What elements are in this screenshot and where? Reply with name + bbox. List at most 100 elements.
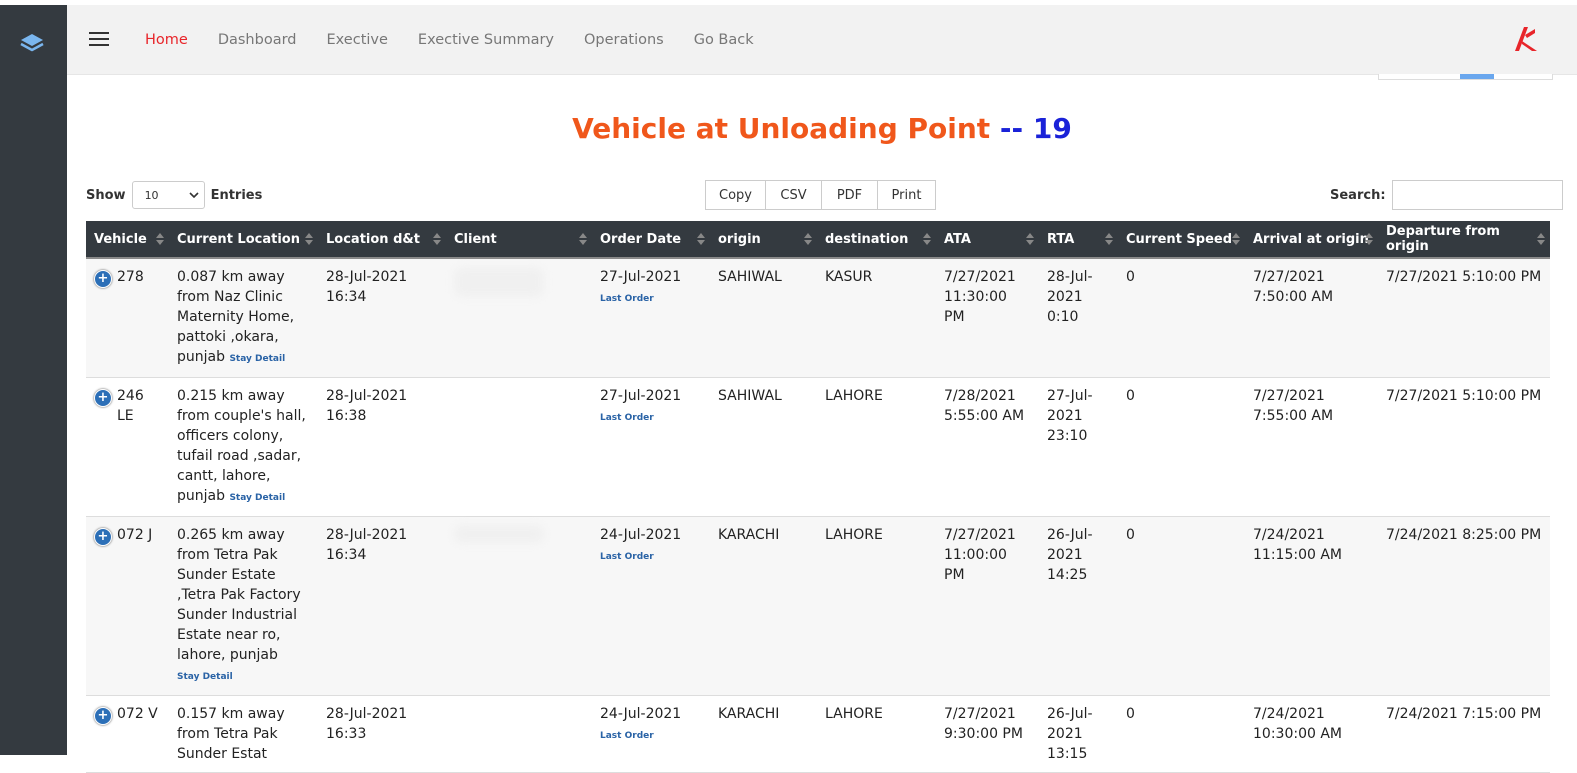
location-dt-cell: 28-Jul-2021 16:33	[318, 695, 446, 773]
destination-cell: KASUR	[817, 258, 936, 378]
order-date-cell: 24-Jul-2021 Last Order	[592, 695, 710, 773]
order-date: 24-Jul-2021	[600, 527, 682, 543]
csv-button[interactable]: CSV	[765, 180, 822, 210]
order-date-cell: 27-Jul-2021 Last Order	[592, 377, 710, 517]
speed-cell: 0	[1118, 695, 1245, 773]
location-cell: 0.265 km away from Tetra Pak Sunder Esta…	[169, 516, 318, 696]
client-cell	[446, 695, 592, 773]
last-order-link[interactable]: Last Order	[600, 731, 654, 741]
redacted-client	[454, 267, 544, 297]
location-dt-cell: 28-Jul-2021 16:38	[318, 377, 446, 517]
brand-logo-icon	[1515, 27, 1537, 51]
column-header[interactable]: ATA	[936, 221, 1039, 259]
redacted-client	[454, 525, 544, 543]
rta-cell: 28-Jul-2021 0:10	[1039, 258, 1118, 378]
expand-row-icon[interactable]: +	[94, 270, 112, 288]
location-text: 0.215 km away from couple's hall, office…	[177, 388, 306, 504]
column-header[interactable]: Current Location	[169, 221, 318, 259]
column-header[interactable]: origin	[710, 221, 817, 259]
destination-cell: LAHORE	[817, 516, 936, 696]
rta-cell: 27-Jul-2021 23:10	[1039, 377, 1118, 517]
export-buttons: Copy CSV PDF Print	[705, 180, 936, 210]
vehicle-count: -- 19	[999, 112, 1072, 145]
column-header[interactable]: Order Date	[592, 221, 710, 259]
expand-row-icon[interactable]: +	[94, 389, 112, 407]
last-order-link[interactable]: Last Order	[600, 294, 654, 304]
layers-icon[interactable]	[19, 31, 45, 57]
arrival-cell: 7/27/2021 7:50:00 AM	[1245, 258, 1378, 378]
client-cell	[446, 516, 592, 696]
order-date: 24-Jul-2021	[600, 706, 682, 722]
rta-cell: 26-Jul-2021 13:15	[1039, 695, 1118, 773]
arrival-cell: 7/27/2021 7:55:00 AM	[1245, 377, 1378, 517]
top-navbar: Home Dashboard Exective Exective Summary…	[67, 5, 1577, 75]
column-header-label: Vehicle	[94, 231, 147, 247]
vehicle-number: 278	[117, 269, 144, 285]
column-header[interactable]: destination	[817, 221, 936, 259]
table-row: +072 V 0.157 km away from Tetra Pak Sund…	[86, 695, 1550, 773]
search-label: Search:	[1330, 187, 1386, 203]
column-header[interactable]: Arrival at origin	[1245, 221, 1378, 259]
column-header[interactable]: RTA	[1039, 221, 1118, 259]
sort-icon	[923, 233, 931, 245]
vehicle-number: 246 LE	[117, 388, 144, 424]
expand-row-icon[interactable]: +	[94, 707, 112, 725]
last-order-link[interactable]: Last Order	[600, 552, 654, 562]
column-header[interactable]: Departure from origin	[1378, 221, 1550, 259]
sort-icon	[1537, 233, 1545, 245]
chevron-down-icon	[188, 192, 199, 198]
page-title: Vehicle at Unloading Point -- 19	[67, 112, 1577, 145]
sort-icon	[1105, 233, 1113, 245]
arrival-cell: 7/24/2021 11:15:00 AM	[1245, 516, 1378, 696]
nav-exective[interactable]: Exective	[327, 32, 388, 48]
vehicle-cell: +072 V	[86, 695, 169, 773]
nav-home[interactable]: Home	[145, 32, 188, 48]
client-cell	[446, 258, 592, 378]
pdf-button[interactable]: PDF	[821, 180, 878, 210]
location-cell: 0.157 km away from Tetra Pak Sunder Esta…	[169, 695, 318, 773]
column-header[interactable]: Client	[446, 221, 592, 259]
nav-go-back[interactable]: Go Back	[694, 32, 754, 48]
column-header[interactable]: Location d&t	[318, 221, 446, 259]
entries-select[interactable]: 10	[131, 181, 205, 209]
sidebar	[0, 5, 67, 755]
table-header-row: Vehicle Current Location Location d&t Cl…	[86, 221, 1550, 259]
sort-icon	[1232, 233, 1240, 245]
stay-detail-link[interactable]: Stay Detail	[229, 354, 285, 364]
show-label: Show	[86, 187, 126, 203]
arrival-cell: 7/24/2021 10:30:00 AM	[1245, 695, 1378, 773]
sort-icon	[804, 233, 812, 245]
active-tab-indicator	[1460, 74, 1494, 79]
entries-control: Show 10 Entries	[86, 180, 262, 210]
column-header-label: RTA	[1047, 231, 1075, 247]
stay-detail-link[interactable]: Stay Detail	[229, 493, 285, 503]
print-button[interactable]: Print	[877, 180, 936, 210]
departure-cell: 7/24/2021 7:15:00 PM	[1378, 695, 1550, 773]
last-order-link[interactable]: Last Order	[600, 413, 654, 423]
search-input[interactable]	[1391, 180, 1563, 210]
ata-cell: 7/27/2021 11:30:00 PM	[936, 258, 1039, 378]
copy-button[interactable]: Copy	[705, 180, 766, 210]
page-title-text: Vehicle at Unloading Point	[572, 112, 991, 145]
speed-cell: 0	[1118, 516, 1245, 696]
origin-cell: SAHIWAL	[710, 258, 817, 378]
nav-operations[interactable]: Operations	[584, 32, 664, 48]
speed-cell: 0	[1118, 377, 1245, 517]
nav-dashboard[interactable]: Dashboard	[218, 32, 297, 48]
column-header-label: Current Location	[177, 231, 300, 247]
main-nav: Home Dashboard Exective Exective Summary…	[145, 5, 784, 74]
speed-cell: 0	[1118, 258, 1245, 378]
table-row: +072 J 0.265 km away from Tetra Pak Sund…	[86, 516, 1550, 696]
column-header-label: Location d&t	[326, 231, 420, 247]
column-header-label: Departure from origin	[1386, 224, 1500, 254]
stay-detail-link[interactable]: Stay Detail	[177, 672, 233, 682]
location-dt-cell: 28-Jul-2021 16:34	[318, 516, 446, 696]
expand-row-icon[interactable]: +	[94, 528, 112, 546]
column-header-label: origin	[718, 231, 761, 247]
column-header-label: ATA	[944, 231, 971, 247]
sort-icon	[697, 233, 705, 245]
column-header[interactable]: Vehicle	[86, 221, 169, 259]
hamburger-menu-icon[interactable]	[89, 32, 109, 48]
column-header[interactable]: Current Speed	[1118, 221, 1245, 259]
nav-exective-summary[interactable]: Exective Summary	[418, 32, 554, 48]
